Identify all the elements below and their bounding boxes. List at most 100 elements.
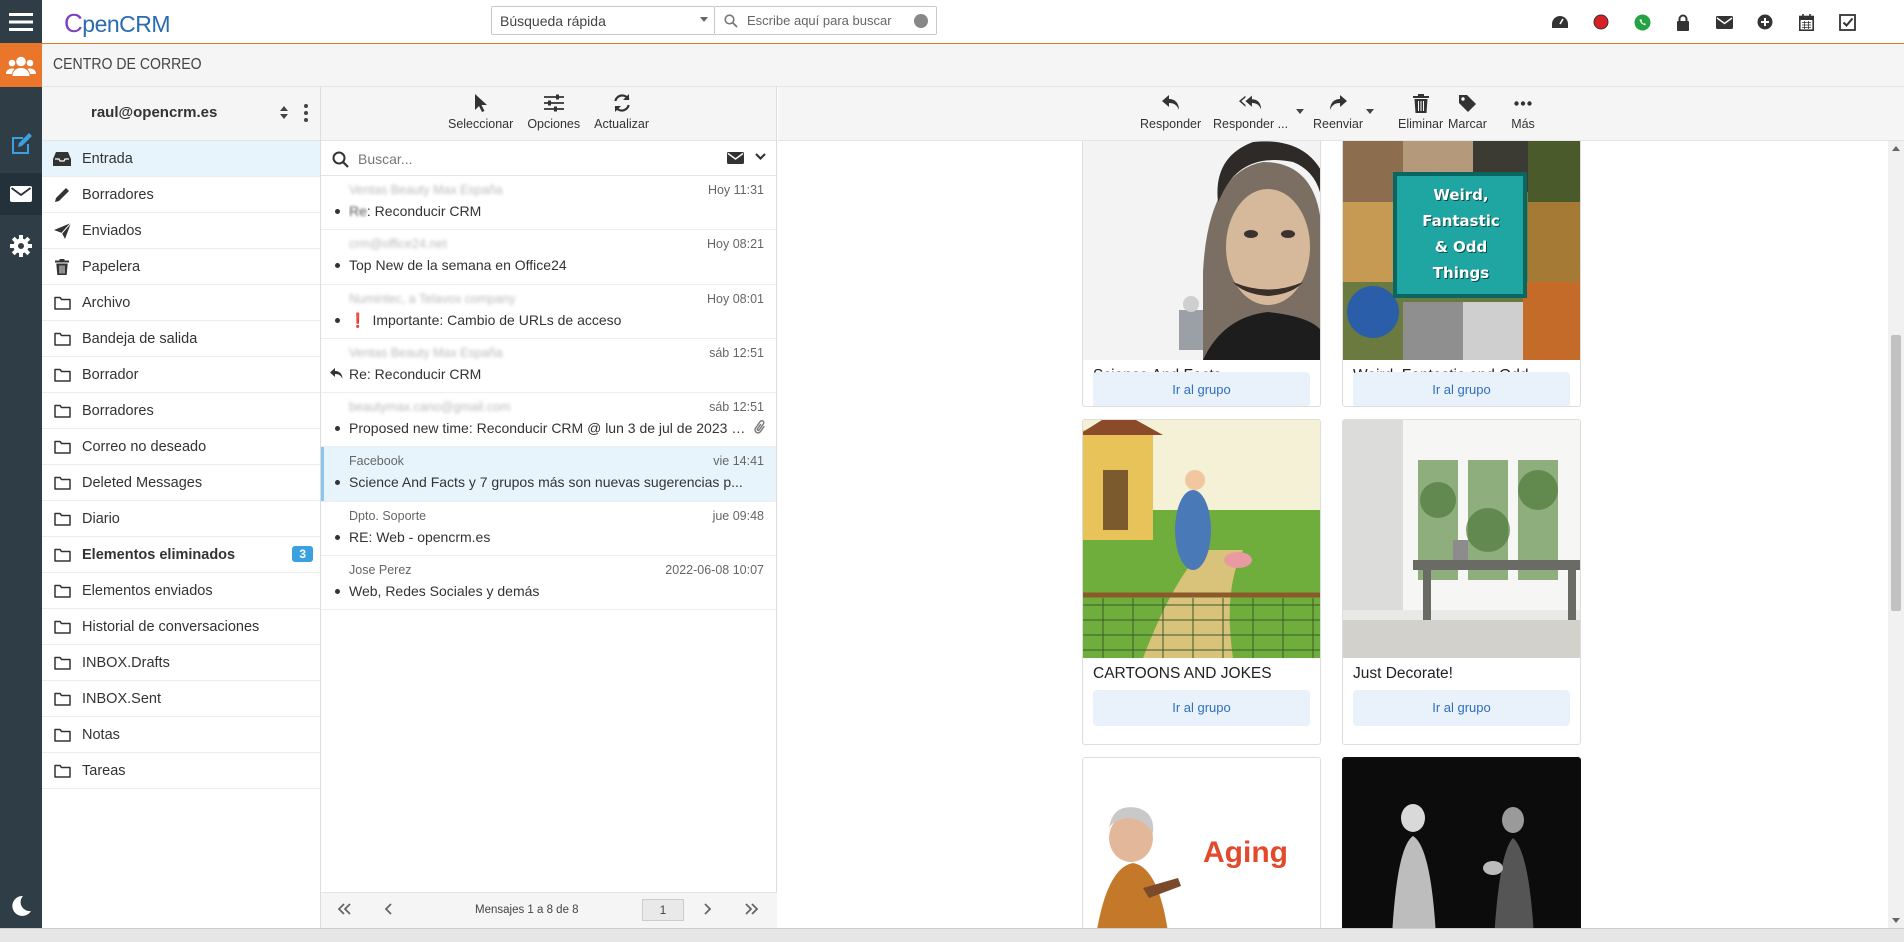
folder-icon xyxy=(53,762,71,780)
message-search[interactable]: Buscar... xyxy=(321,141,776,176)
message-row[interactable]: Jose Perez 2022-06-08 10:07 Web, Redes Soc… xyxy=(321,556,776,611)
scroll-down-icon[interactable] xyxy=(1892,918,1900,923)
reply-all-button[interactable]: Responder ... xyxy=(1213,92,1288,131)
folder-item[interactable]: Diario xyxy=(42,501,320,537)
hamburger-menu-icon[interactable] xyxy=(0,0,42,43)
folder-item[interactable]: Borradores xyxy=(42,393,320,429)
folder-item[interactable]: INBOX.Drafts xyxy=(42,645,320,681)
scrollbar-thumb[interactable] xyxy=(1891,335,1901,611)
email-body: Science And Facts Ir al grupo xyxy=(778,141,1886,928)
settings-icon[interactable] xyxy=(0,225,42,267)
reply-all-dropdown-icon[interactable] xyxy=(1296,109,1304,114)
send-icon xyxy=(53,222,71,240)
folder-item[interactable]: Notas xyxy=(42,717,320,753)
quick-search-select[interactable]: Búsqueda rápida xyxy=(491,6,715,35)
message-date: vie 14:41 xyxy=(713,454,764,469)
delete-button[interactable]: Eliminar xyxy=(1398,92,1443,131)
quick-search-input[interactable]: Escribe aquí para buscar xyxy=(715,6,937,35)
more-button[interactable]: Más xyxy=(1511,92,1535,131)
statues-image xyxy=(1343,758,1580,928)
opencrm-logo[interactable]: CpenCRM xyxy=(64,8,171,39)
whatsapp-icon[interactable] xyxy=(1631,11,1653,33)
message-row[interactable]: crm@office24.net Hoy 08:21 Top New de la s… xyxy=(321,230,776,285)
message-subject: Science And Facts y 7 grupos más son nue… xyxy=(349,474,749,490)
folder-item[interactable]: Papelera xyxy=(42,249,320,285)
refresh-button[interactable]: Actualizar xyxy=(594,92,649,140)
image-text-line: & Odd xyxy=(1434,238,1488,256)
tasks-icon[interactable] xyxy=(1836,11,1858,33)
folder-item[interactable]: Correo no deseado xyxy=(42,429,320,465)
clear-search-icon[interactable] xyxy=(914,14,928,28)
folder-item[interactable]: Bandeja de salida xyxy=(42,321,320,357)
message-sender: crm@office24.net xyxy=(349,237,447,252)
mail-icon[interactable] xyxy=(1713,11,1735,33)
message-row[interactable]: Ventas Beauty Max España Hoy 11:31 Re: Rec… xyxy=(321,176,776,231)
folder-item[interactable]: Elementos eliminados 3 xyxy=(42,537,320,573)
message-row[interactable]: beautymax.cano@gmail.com sáb 12:51 Propose… xyxy=(321,393,776,448)
flag-label: Marcar xyxy=(1448,117,1487,131)
folder-label: Borradores xyxy=(82,402,154,419)
envelope-filter-icon[interactable] xyxy=(727,152,744,164)
subject-text: Science And Facts y 7 grupos más son nue… xyxy=(349,474,743,491)
folder-item[interactable]: Borradores xyxy=(42,177,320,213)
compose-icon[interactable] xyxy=(0,123,42,165)
message-sender: Jose Perez xyxy=(349,563,412,578)
go-to-group-button[interactable]: Ir al grupo xyxy=(1093,372,1310,406)
first-page-icon[interactable] xyxy=(337,903,351,915)
folder-item[interactable]: Entrada xyxy=(42,141,320,177)
folder-item[interactable]: Deleted Messages xyxy=(42,465,320,501)
flag-button[interactable]: Marcar xyxy=(1448,92,1487,131)
sort-arrows-icon[interactable] xyxy=(280,106,288,119)
go-to-group-button[interactable]: Ir al grupo xyxy=(1093,690,1310,726)
chevron-down-icon[interactable] xyxy=(755,153,766,161)
folder-item[interactable]: INBOX.Sent xyxy=(42,681,320,717)
message-date: sáb 12:51 xyxy=(709,400,764,415)
group-title: Just Decorate! xyxy=(1353,665,1453,682)
account-selector[interactable]: raul@opencrm.es xyxy=(42,87,320,141)
forward-dropdown-icon[interactable] xyxy=(1366,109,1374,114)
select-button[interactable]: Seleccionar xyxy=(448,92,513,140)
folder-item[interactable]: Borrador xyxy=(42,357,320,393)
reply-label: Responder xyxy=(1140,117,1202,131)
message-row[interactable]: Ventas Beauty Max España sáb 12:51 Re: Rec… xyxy=(321,339,776,394)
unread-dot xyxy=(335,534,340,540)
folder-item[interactable]: Elementos enviados xyxy=(42,573,320,609)
users-icon[interactable] xyxy=(0,44,42,87)
message-row[interactable]: Numintec, a Telavox company Hoy 08:01 ❗ Imp… xyxy=(321,285,776,339)
forward-button[interactable]: Reenviar xyxy=(1313,92,1363,131)
record-icon[interactable] xyxy=(1590,11,1612,33)
kebab-menu-icon[interactable] xyxy=(304,104,308,122)
subject-text: Proposed new time: Reconducir CRM @ lun … xyxy=(349,420,749,437)
dashboard-icon[interactable] xyxy=(1549,11,1571,33)
calendar-icon[interactable] xyxy=(1795,11,1817,33)
options-button[interactable]: Opciones xyxy=(527,92,580,140)
reader-scrollbar[interactable] xyxy=(1888,141,1904,928)
prev-page-icon[interactable] xyxy=(384,903,392,915)
folder-item[interactable]: Historial de conversaciones xyxy=(42,609,320,645)
go-to-group-button[interactable]: Ir al grupo xyxy=(1353,690,1570,726)
reply-icon xyxy=(1159,92,1183,114)
science-facts-image xyxy=(1083,141,1320,360)
last-page-icon[interactable] xyxy=(745,903,759,915)
dark-mode-icon[interactable] xyxy=(9,894,33,918)
message-row[interactable]: Dpto. Soporte jue 09:48 RE: Web - opencrm.… xyxy=(321,502,776,557)
aging-image-text: Aging xyxy=(1203,836,1288,869)
mail-center-icon[interactable] xyxy=(0,173,42,215)
folder-item[interactable]: Tareas xyxy=(42,753,320,789)
folder-label: INBOX.Sent xyxy=(82,690,161,707)
folder-label: Papelera xyxy=(82,258,141,275)
weird-things-image: Weird, Fantastic & Odd Things xyxy=(1343,141,1580,360)
folder-item[interactable]: Enviados xyxy=(42,213,320,249)
reply-button[interactable]: Responder xyxy=(1140,92,1201,131)
refresh-label: Actualizar xyxy=(594,117,650,131)
folder-item[interactable]: Archivo xyxy=(42,285,320,321)
message-subject: Re: Reconducir CRM xyxy=(349,203,749,219)
lock-icon[interactable] xyxy=(1672,11,1694,33)
scroll-up-icon[interactable] xyxy=(1892,146,1900,151)
go-to-group-button[interactable]: Ir al grupo xyxy=(1353,372,1570,406)
add-icon[interactable] xyxy=(1754,11,1776,33)
message-row[interactable]: Facebook vie 14:41 Science And Facts y 7 g… xyxy=(321,447,776,502)
next-page-icon[interactable] xyxy=(704,903,712,915)
page-number-input[interactable]: 1 xyxy=(642,899,684,921)
subject-text: Web, Redes Sociales y demás xyxy=(349,583,540,600)
